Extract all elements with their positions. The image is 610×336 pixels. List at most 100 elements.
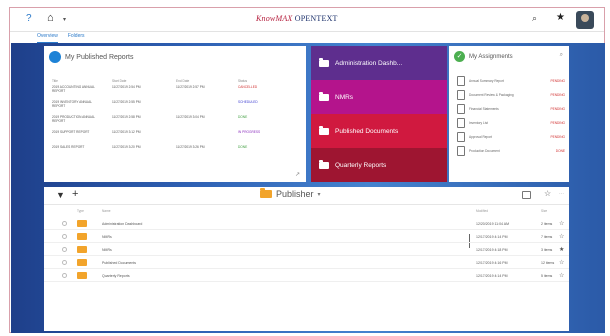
folder-icon [319,91,329,101]
list-item[interactable]: Annual Summary Report PENDING [457,74,565,88]
table-row[interactable]: 2019 SALES REPORT 11/27/2019 3:20 PM 11/27… [52,145,278,160]
assignment-label: Inventory List [469,121,488,125]
col-size[interactable]: Size [541,209,547,213]
file-column-header: Type Name Modified Size [44,206,569,216]
tile-label: Published Documents [335,127,399,135]
report-end: 11/27/2019 2:57 PM [176,85,205,89]
assignments-list: Annual Summary Report PENDING Document Rev… [457,74,565,158]
star-icon[interactable]: ★ [556,12,565,23]
file-name[interactable]: Administration Dashboard [102,222,142,226]
folder-icon [319,57,329,67]
row-checkbox[interactable] [62,247,67,252]
chevron-down-icon[interactable]: ▾ [318,191,321,198]
published-reports-widget: My Published Reports Title Start Date End … [44,46,306,182]
folder-icon [77,233,87,240]
reports-column-header[interactable]: End Date [176,76,238,85]
table-row[interactable]: NMRs 12/17/2019 4:14 PM 7 items ☆ [44,230,569,243]
file-size: 3 items [541,248,553,252]
brand-logo: KnowMAX OPENTEXT [256,14,338,23]
reports-column-header[interactable]: Start Date [112,76,176,85]
assignment-label: Financial Statements [469,107,499,111]
assignment-label: Document Review & Packaging [469,93,514,97]
file-name[interactable]: NMRs [102,248,112,252]
row-checkbox[interactable] [62,260,67,265]
tile-quarterly-reports[interactable]: Quarterly Reports [311,148,447,182]
home-icon[interactable]: ⌂ [47,12,54,24]
tile-administration[interactable]: Administration Dashb... [311,46,447,80]
comment-icon[interactable] [522,191,531,199]
star-outline-icon[interactable]: ☆ [559,272,564,279]
widget-title: My Assignments [469,53,513,60]
row-checkbox[interactable] [62,273,67,278]
file-modified: 12/17/2019 4:14 PM [476,274,508,278]
assignment-label: Approval Report [469,135,493,139]
document-icon [457,118,465,128]
avatar[interactable] [576,11,594,29]
report-title: 2019 INVENTORY ANNUAL REPORT [52,100,92,108]
tile-nmrs[interactable]: NMRs [311,80,447,114]
report-title: 2019 SALES REPORT [52,145,85,149]
report-title: 2019 ACCOUNTING ANNUAL REPORT [52,85,95,93]
assignment-status: PENDING [550,93,565,97]
report-end: 11/27/2019 3:26 PM [176,145,205,149]
assignment-status: PENDING [550,135,565,139]
star-icon[interactable]: ★ [559,246,564,253]
breadcrumb[interactable]: Publisher ▾ [260,188,321,199]
list-item[interactable]: Financial Statements PENDING [457,102,565,116]
assignment-label: Production Document [469,149,500,153]
report-end: 11/27/2019 3:04 PM [176,115,205,119]
document-icon [457,132,465,142]
resize-icon[interactable]: ↗ [295,171,300,178]
col-name[interactable]: Name [102,209,111,213]
list-item[interactable]: Production Document DONE [457,144,565,158]
tile-label: Quarterly Reports [335,161,387,169]
chevron-down-icon[interactable]: ▾ [63,16,66,23]
report-start: 11/27/2019 2:58 PM [112,115,141,119]
assignment-label: Annual Summary Report [469,79,504,83]
reports-column-header[interactable]: Title [52,76,112,85]
star-outline-icon[interactable]: ☆ [559,259,564,266]
star-outline-icon[interactable]: ☆ [544,189,551,198]
table-row[interactable]: Quarterly Reports 12/17/2019 4:14 PM 5 ite… [44,269,569,282]
table-row[interactable]: 2019 PRODUCTION ANNUAL REPORT 11/27/2019 … [52,115,278,130]
top-bar: ? ⌂ ▾ KnowMAX OPENTEXT ⌕ ★ [10,8,604,32]
report-start: 11/27/2019 2:55 PM [112,100,141,104]
folder-icon [77,259,87,266]
row-checkbox[interactable] [62,234,67,239]
more-icon[interactable]: ⋯ [559,191,564,197]
table-row[interactable]: 2019 INVENTORY ANNUAL REPORT 11/27/2019 2… [52,100,278,115]
help-icon[interactable]: ? [26,13,32,24]
report-status: IN PROGRESS [238,130,261,134]
list-item[interactable]: Inventory List PENDING [457,116,565,130]
table-row[interactable]: 2019 SUPPORT REPORT 11/27/2019 3:12 PM IN … [52,130,278,145]
col-type[interactable]: Type [77,209,84,213]
file-size: 12 items [541,261,555,265]
table-row[interactable]: Published Documents 12/17/2019 4:16 PM 12 … [44,256,569,269]
document-icon [457,146,465,156]
table-row[interactable]: 2019 ACCOUNTING ANNUAL REPORT 11/27/2019 … [52,85,278,100]
search-icon[interactable]: ⌕ [532,13,537,24]
assignment-status: PENDING [550,107,565,111]
star-outline-icon[interactable]: ☆ [559,233,564,240]
row-checkbox[interactable] [62,221,67,226]
breadcrumb-label: Publisher [276,189,314,199]
tile-published-documents[interactable]: Published Documents [311,114,447,148]
file-name[interactable]: Quarterly Reports [102,274,130,278]
filter-icon[interactable]: ▼ [56,190,65,200]
add-icon[interactable]: + [72,188,78,200]
list-item[interactable]: Approval Report PENDING [457,130,565,144]
report-start: 11/27/2019 3:12 PM [112,130,141,134]
tab-folders[interactable]: Folders [68,33,85,43]
search-icon[interactable]: ⌕ [560,52,563,59]
list-item[interactable]: Document Review & Packaging PENDING [457,88,565,102]
col-modified[interactable]: Modified [476,209,488,213]
file-name[interactable]: NMRs [102,235,112,239]
star-outline-icon[interactable]: ☆ [559,220,564,227]
file-name[interactable]: Published Documents [102,261,136,265]
table-row[interactable]: NMRs 12/17/2019 4:18 PM 3 items ★ [44,243,569,256]
file-modified: 12/17/2019 4:16 PM [476,261,508,265]
table-row[interactable]: Administration Dashboard 12/20/2019 11:04… [44,217,569,230]
assignment-status: DONE [555,149,565,153]
reports-column-header[interactable]: Status [238,76,278,85]
tab-overview[interactable]: Overview [37,33,58,43]
